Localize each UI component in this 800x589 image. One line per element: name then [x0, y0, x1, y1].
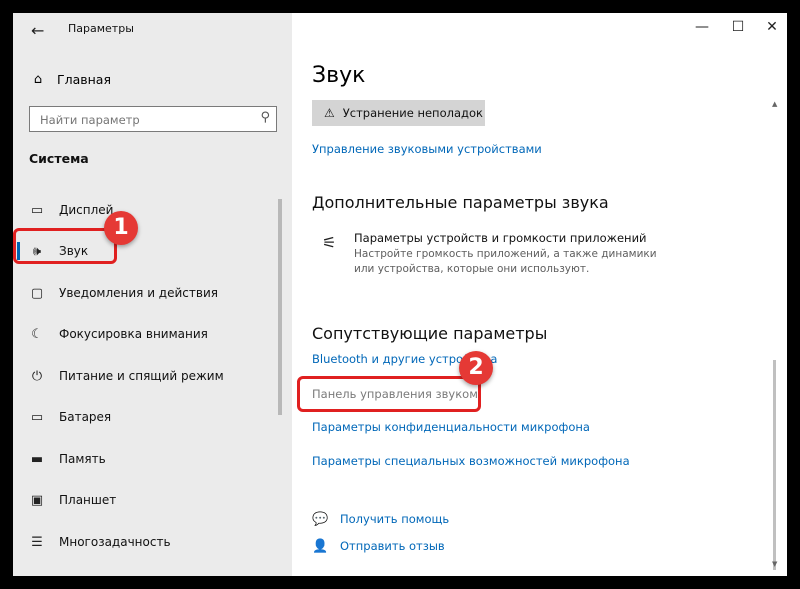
- mic-privacy-link[interactable]: Параметры конфиденциальности микрофона: [312, 420, 590, 434]
- close-button[interactable]: ✕: [762, 19, 782, 35]
- power-icon: ⏻: [31, 368, 43, 384]
- send-feedback-link[interactable]: 👤 Отправить отзыв: [312, 536, 445, 556]
- sidebar: ← Параметры ⌂ Главная ⚲ Система ▭ Диспле…: [13, 13, 292, 576]
- sidebar-item-label: Дисплей: [59, 203, 114, 217]
- warning-icon: ⚠: [324, 106, 335, 120]
- home-nav-item[interactable]: ⌂ Главная: [29, 68, 111, 90]
- sidebar-item-label: Питание и спящий режим: [59, 369, 224, 383]
- feedback-icon: 👤: [312, 538, 329, 554]
- sidebar-item-display[interactable]: ▭ Дисплей: [13, 192, 278, 228]
- home-icon: ⌂: [33, 71, 43, 87]
- mic-accessibility-link[interactable]: Параметры специальных возможностей микро…: [312, 454, 630, 468]
- send-feedback-label: Отправить отзыв: [340, 539, 445, 553]
- related-heading: Сопутствующие параметры: [312, 324, 548, 343]
- get-help-link[interactable]: 💬 Получить помощь: [312, 509, 449, 529]
- page-title: Звук: [312, 63, 366, 88]
- sidebar-item-power[interactable]: ⏻ Питание и спящий режим: [13, 358, 278, 394]
- sidebar-item-multitasking[interactable]: ☰ Многозадачность: [13, 524, 278, 560]
- main-content: — ☐ ✕ Звук ⚠ Устранение неполадок Управл…: [292, 13, 787, 576]
- sidebar-item-focus[interactable]: ☾ Фокусировка внимания: [13, 316, 278, 352]
- highlight-box-sound: [13, 228, 117, 264]
- annotation-badge-2: 2: [459, 351, 493, 385]
- sidebar-item-storage[interactable]: ▬ Память: [13, 441, 278, 477]
- sidebar-scrollbar[interactable]: [278, 199, 282, 415]
- sliders-icon: ⚟: [322, 233, 337, 252]
- app-title: Параметры: [68, 22, 134, 35]
- manage-sound-devices-link[interactable]: Управление звуковыми устройствами: [312, 142, 542, 156]
- notification-icon: ▢: [30, 285, 44, 301]
- get-help-label: Получить помощь: [340, 512, 450, 526]
- scroll-thumb[interactable]: [773, 360, 776, 570]
- battery-icon: ▭: [30, 409, 44, 425]
- search-box[interactable]: ⚲: [29, 106, 277, 132]
- sidebar-item-label: Фокусировка внимания: [59, 327, 208, 341]
- sidebar-item-label: Многозадачность: [59, 535, 171, 549]
- settings-window: ← Параметры ⌂ Главная ⚲ Система ▭ Диспле…: [13, 13, 787, 576]
- app-volume-description: Настройте громкость приложений, а также …: [354, 248, 657, 275]
- advanced-heading: Дополнительные параметры звука: [312, 193, 609, 212]
- tablet-icon: ▣: [30, 492, 44, 508]
- scroll-up-icon[interactable]: ▲: [772, 100, 777, 108]
- highlight-box-sound-panel: [297, 376, 481, 412]
- help-chat-icon: 💬: [312, 511, 329, 527]
- minimize-button[interactable]: —: [692, 19, 712, 35]
- annotation-badge-1: 1: [104, 211, 138, 245]
- search-input[interactable]: [38, 112, 252, 128]
- back-arrow-icon[interactable]: ←: [31, 21, 51, 40]
- multitasking-icon: ☰: [31, 534, 43, 550]
- scroll-down-icon[interactable]: ▼: [772, 560, 777, 568]
- search-icon[interactable]: ⚲: [260, 110, 270, 125]
- sidebar-item-battery[interactable]: ▭ Батарея: [13, 399, 278, 435]
- troubleshoot-button[interactable]: ⚠ Устранение неполадок: [312, 100, 485, 126]
- sidebar-item-notifications[interactable]: ▢ Уведомления и действия: [13, 275, 278, 311]
- main-scrollbar[interactable]: ▲ ▼: [772, 100, 778, 576]
- app-volume-title: Параметры устройств и громкости приложен…: [354, 231, 647, 245]
- sidebar-item-tablet[interactable]: ▣ Планшет: [13, 482, 278, 518]
- maximize-button[interactable]: ☐: [728, 19, 748, 35]
- storage-icon: ▬: [30, 451, 44, 467]
- sidebar-item-label: Планшет: [59, 493, 117, 507]
- sidebar-item-label: Память: [59, 452, 106, 466]
- moon-icon: ☾: [31, 326, 43, 342]
- sidebar-item-label: Уведомления и действия: [59, 286, 218, 300]
- section-title: Система: [29, 151, 89, 166]
- home-label: Главная: [57, 71, 111, 87]
- troubleshoot-label: Устранение неполадок: [342, 106, 483, 120]
- sidebar-item-label: Батарея: [59, 410, 112, 424]
- display-icon: ▭: [30, 202, 44, 218]
